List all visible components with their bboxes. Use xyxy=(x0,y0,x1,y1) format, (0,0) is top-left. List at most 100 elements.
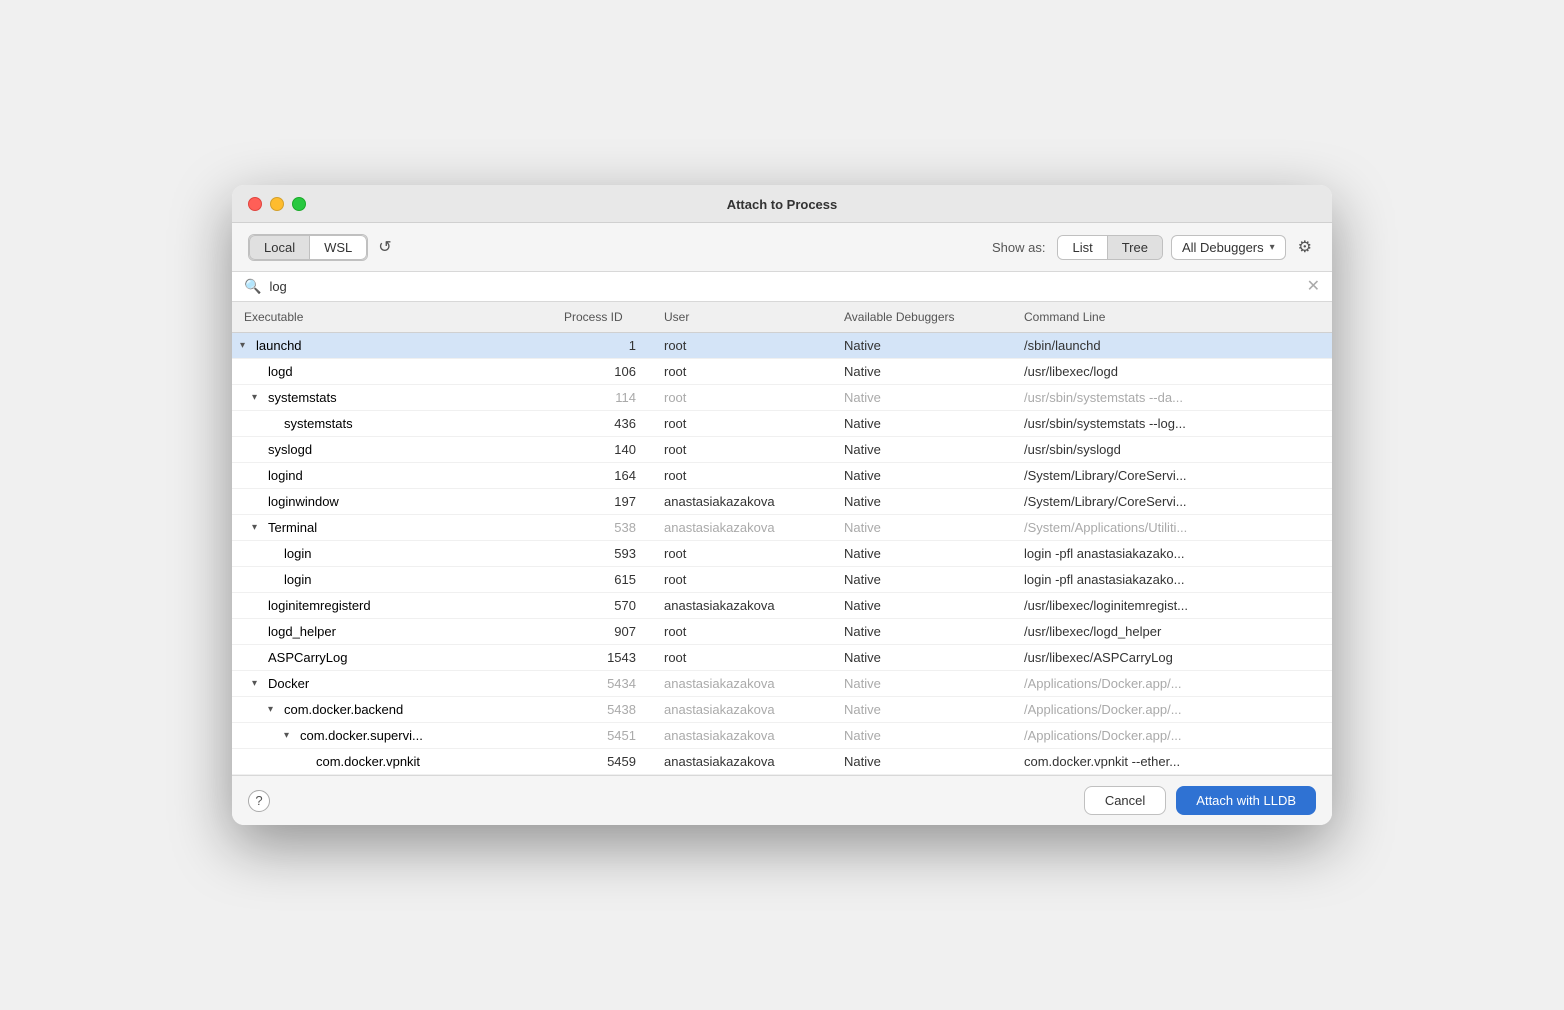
exec-cell: ▾ com.docker.backend xyxy=(232,699,552,720)
table-row[interactable]: login615rootNativelogin -pfl anastasiaka… xyxy=(232,567,1332,593)
user-cell: root xyxy=(652,387,832,408)
command-cell: /System/Library/CoreServi... xyxy=(1012,491,1332,512)
table-row[interactable]: logd_helper907rootNative/usr/libexec/log… xyxy=(232,619,1332,645)
close-button[interactable] xyxy=(248,197,262,211)
table-row[interactable]: systemstats436rootNative/usr/sbin/system… xyxy=(232,411,1332,437)
debugger-cell: Native xyxy=(832,647,1012,668)
table-row[interactable]: ▾com.docker.supervi...5451anastasiakazak… xyxy=(232,723,1332,749)
table-row[interactable]: loginwindow197anastasiakazakovaNative/Sy… xyxy=(232,489,1332,515)
table-row[interactable]: com.docker.vpnkit5459anastasiakazakovaNa… xyxy=(232,749,1332,775)
exec-cell: ASPCarryLog xyxy=(232,647,552,668)
debugger-cell: Native xyxy=(832,543,1012,564)
debugger-cell: Native xyxy=(832,361,1012,382)
cancel-button[interactable]: Cancel xyxy=(1084,786,1166,815)
table-row[interactable]: ▾Docker5434anastasiakazakovaNative/Appli… xyxy=(232,671,1332,697)
exec-cell: ▾com.docker.supervi... xyxy=(232,725,552,746)
scope-toggle: Local WSL ↺ xyxy=(248,233,398,261)
chevron-icon[interactable]: ▾ xyxy=(240,340,252,351)
debugger-cell: Native xyxy=(832,491,1012,512)
debugger-cell: Native xyxy=(832,439,1012,460)
debugger-dropdown[interactable]: All Debuggers ▾ xyxy=(1171,235,1286,260)
user-cell: root xyxy=(652,413,832,434)
list-view-button[interactable]: List xyxy=(1058,236,1107,259)
debugger-cell: Native xyxy=(832,387,1012,408)
user-cell: anastasiakazakova xyxy=(652,699,832,720)
command-cell: /usr/sbin/systemstats --log... xyxy=(1012,413,1332,434)
local-button[interactable]: Local xyxy=(249,235,309,260)
pid-cell: 140 xyxy=(552,439,652,460)
table-row[interactable]: ▾systemstats114rootNative/usr/sbin/syste… xyxy=(232,385,1332,411)
title-bar: Attach to Process xyxy=(232,185,1332,223)
search-input[interactable] xyxy=(269,279,1298,294)
chevron-icon[interactable]: ▾ xyxy=(268,704,280,715)
tree-view-button[interactable]: Tree xyxy=(1108,236,1162,259)
wsl-button[interactable]: WSL xyxy=(309,235,367,260)
exec-cell: ▾Docker xyxy=(232,673,552,694)
pid-cell: 593 xyxy=(552,543,652,564)
chevron-icon[interactable]: ▾ xyxy=(252,678,264,689)
process-name: syslogd xyxy=(268,442,312,457)
help-button[interactable]: ? xyxy=(248,790,270,812)
debugger-cell: Native xyxy=(832,725,1012,746)
chevron-icon[interactable]: ▾ xyxy=(252,392,264,403)
debugger-cell: Native xyxy=(832,335,1012,356)
command-cell: /sbin/launchd xyxy=(1012,335,1332,356)
user-cell: root xyxy=(652,647,832,668)
exec-cell: loginitemregisterd xyxy=(232,595,552,616)
user-cell: root xyxy=(652,465,832,486)
command-cell: /usr/libexec/ASPCarryLog xyxy=(1012,647,1332,668)
traffic-lights xyxy=(248,197,306,211)
user-cell: root xyxy=(652,621,832,642)
table-row[interactable]: syslogd140rootNative/usr/sbin/syslogd xyxy=(232,437,1332,463)
attach-button[interactable]: Attach with LLDB xyxy=(1176,786,1316,815)
table-row[interactable]: login593rootNativelogin -pfl anastasiaka… xyxy=(232,541,1332,567)
table-row[interactable]: ▾launchd1rootNative/sbin/launchd xyxy=(232,333,1332,359)
chevron-icon[interactable]: ▾ xyxy=(284,730,296,741)
table-row[interactable]: ▾com.docker.backend5438anastasiakazakova… xyxy=(232,697,1332,723)
maximize-button[interactable] xyxy=(292,197,306,211)
view-toggle: List Tree xyxy=(1057,235,1162,260)
user-cell: anastasiakazakova xyxy=(652,491,832,512)
exec-cell: ▾systemstats xyxy=(232,387,552,408)
user-cell: anastasiakazakova xyxy=(652,725,832,746)
table-row[interactable]: ▾Terminal538anastasiakazakovaNative/Syst… xyxy=(232,515,1332,541)
table-row[interactable]: ASPCarryLog1543rootNative/usr/libexec/AS… xyxy=(232,645,1332,671)
search-clear-icon[interactable]: ✕ xyxy=(1307,279,1320,295)
table-row[interactable]: loginitemregisterd570anastasiakazakovaNa… xyxy=(232,593,1332,619)
process-name: com.docker.backend xyxy=(284,702,403,717)
debugger-cell: Native xyxy=(832,465,1012,486)
debugger-cell: Native xyxy=(832,569,1012,590)
table-row[interactable]: logind164rootNative/System/Library/CoreS… xyxy=(232,463,1332,489)
minimize-button[interactable] xyxy=(270,197,284,211)
process-name: com.docker.vpnkit xyxy=(316,754,420,769)
scope-buttons: Local WSL xyxy=(248,234,368,261)
command-cell: login -pfl anastasiakazako... xyxy=(1012,569,1332,590)
table-header: Executable Process ID User Available Deb… xyxy=(232,302,1332,333)
debugger-cell: Native xyxy=(832,621,1012,642)
command-cell: /Applications/Docker.app/... xyxy=(1012,673,1332,694)
chevron-icon[interactable]: ▾ xyxy=(252,522,264,533)
refresh-button[interactable]: ↺ xyxy=(372,233,397,261)
table-body: ▾launchd1rootNative/sbin/launchdlogd106r… xyxy=(232,333,1332,775)
search-icon: 🔍 xyxy=(244,278,261,295)
pid-cell: 106 xyxy=(552,361,652,382)
pid-cell: 164 xyxy=(552,465,652,486)
pid-cell: 1543 xyxy=(552,647,652,668)
user-cell: anastasiakazakova xyxy=(652,595,832,616)
col-command-line: Command Line xyxy=(1012,306,1332,328)
show-as-label: Show as: xyxy=(992,240,1045,255)
exec-cell: ▾Terminal xyxy=(232,517,552,538)
pid-cell: 570 xyxy=(552,595,652,616)
settings-button[interactable]: ⚙ xyxy=(1294,233,1316,261)
col-available-debuggers: Available Debuggers xyxy=(832,306,1012,328)
pid-cell: 1 xyxy=(552,335,652,356)
pid-cell: 197 xyxy=(552,491,652,512)
debugger-cell: Native xyxy=(832,595,1012,616)
table-row[interactable]: logd106rootNative/usr/libexec/logd xyxy=(232,359,1332,385)
footer-buttons: Cancel Attach with LLDB xyxy=(1084,786,1316,815)
command-cell: /Applications/Docker.app/... xyxy=(1012,725,1332,746)
user-cell: anastasiakazakova xyxy=(652,673,832,694)
exec-cell: syslogd xyxy=(232,439,552,460)
command-cell: /usr/libexec/loginitemregist... xyxy=(1012,595,1332,616)
exec-cell: ▾launchd xyxy=(232,335,552,356)
